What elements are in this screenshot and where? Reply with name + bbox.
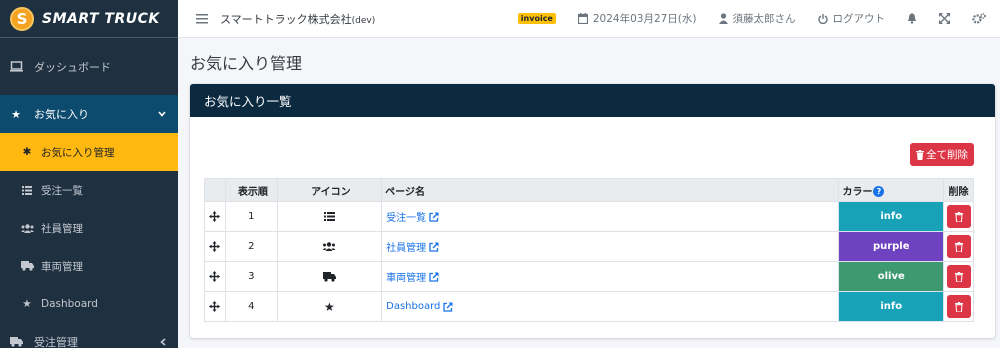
color-label: olive — [839, 262, 943, 291]
date-display: 2024年03月27日(水) — [577, 11, 697, 26]
bell-icon[interactable] — [907, 13, 917, 24]
row-order: 1 — [224, 201, 278, 232]
calendar-icon — [577, 13, 588, 24]
sidebar: S SMART TRUCK ダッシュボード ★ お気に入り ✱ お気に入り管理 … — [0, 0, 178, 348]
delete-row-button[interactable] — [946, 205, 971, 228]
company-suffix: (dev) — [351, 15, 376, 26]
trash-icon — [954, 301, 963, 312]
laptop-icon — [8, 61, 24, 72]
fullscreen-icon[interactable] — [939, 13, 950, 24]
truck-icon — [20, 261, 34, 271]
trash-icon — [954, 271, 963, 282]
delete-row-button[interactable] — [946, 235, 971, 258]
power-icon — [817, 13, 828, 24]
page-link[interactable]: 社員管理 — [386, 239, 439, 254]
header-page: ページ名 — [381, 178, 840, 202]
external-link-icon — [429, 272, 439, 282]
header-color: カラー? — [838, 178, 944, 202]
external-link-icon — [443, 302, 453, 312]
table-row: 1 受注一覧 info — [204, 201, 974, 232]
gear-icon: ✱ — [22, 146, 32, 158]
header-drag — [204, 178, 226, 202]
delete-row-button[interactable] — [946, 295, 971, 318]
sidebar-subitem-employees[interactable]: 社員管理 — [0, 209, 178, 247]
sidebar-item-label: 受注管理 — [34, 336, 78, 348]
trash-icon — [916, 149, 924, 160]
favorites-card: お気に入り一覧 全て削除 表示順 アイコン ページ名 カラー? 削除 1 受注一… — [190, 84, 995, 338]
page-link[interactable]: 受注一覧 — [386, 209, 439, 224]
table-row: 2 社員管理 purple — [204, 231, 974, 262]
settings-icon[interactable] — [972, 13, 986, 24]
trash-icon — [954, 241, 963, 252]
truck-icon — [8, 337, 24, 347]
sidebar-item-favorites[interactable]: ★ お気に入り — [0, 95, 178, 133]
card-title: お気に入り一覧 — [190, 84, 995, 117]
help-icon[interactable]: ? — [873, 186, 885, 197]
drag-handle-icon[interactable] — [204, 231, 226, 262]
header-delete: 削除 — [943, 178, 974, 202]
hamburger-icon[interactable] — [196, 13, 210, 24]
external-link-icon — [429, 212, 439, 222]
page-link[interactable]: 車両管理 — [386, 269, 439, 284]
drag-handle-icon[interactable] — [204, 201, 226, 232]
sidebar-item-orders[interactable]: 受注管理 — [0, 323, 178, 348]
header-icon: アイコン — [276, 178, 383, 202]
drag-handle-icon[interactable] — [204, 261, 226, 292]
delete-row-button[interactable] — [946, 265, 971, 288]
truck-icon — [276, 261, 383, 292]
users-icon — [20, 223, 34, 233]
sidebar-subitem-orders[interactable]: 受注一覧 — [0, 171, 178, 209]
sidebar-subitem-label: 受注一覧 — [41, 184, 83, 197]
sidebar-subitem-vehicles[interactable]: 車両管理 — [0, 247, 178, 285]
sidebar-subitem-dashboard[interactable]: ★ Dashboard — [0, 285, 178, 323]
sidebar-subitem-label: 社員管理 — [41, 222, 83, 235]
chevron-left-icon — [160, 338, 166, 346]
drag-handle-icon[interactable] — [204, 291, 226, 322]
color-label: info — [839, 292, 943, 321]
logout-link[interactable]: ログアウト — [817, 11, 885, 26]
row-order: 3 — [224, 261, 278, 292]
company-name: スマートトラック株式会社(dev) — [220, 12, 376, 26]
list-icon — [20, 185, 34, 195]
sidebar-item-label: お気に入り — [34, 108, 89, 121]
main-content: お気に入り管理 お気に入り一覧 全て削除 表示順 アイコン ページ名 カラー? … — [178, 38, 1000, 348]
external-link-icon — [429, 242, 439, 252]
user-menu[interactable]: 須藤太郎さん — [718, 11, 796, 26]
user-icon — [718, 13, 728, 24]
brand-logo: S — [10, 6, 34, 31]
trash-icon — [954, 211, 963, 222]
brand-name: SMART TRUCK — [42, 10, 160, 27]
sidebar-item-dashboard[interactable]: ダッシュボード — [0, 38, 178, 95]
page-title: お気に入り管理 — [190, 54, 303, 73]
delete-all-button[interactable]: 全て削除 — [910, 143, 974, 166]
table-header-row: 表示順 アイコン ページ名 カラー? 削除 — [204, 178, 974, 202]
header-order: 表示順 — [224, 178, 278, 202]
list-icon — [276, 201, 383, 232]
star-icon: ★ — [276, 291, 383, 322]
color-label: info — [839, 202, 943, 231]
sidebar-item-label: ダッシュボード — [34, 60, 111, 74]
top-navbar: スマートトラック株式会社(dev) invoice 2024年03月27日(水)… — [178, 0, 1000, 38]
sidebar-subitem-label: お気に入り管理 — [41, 146, 115, 159]
star-icon: ★ — [11, 107, 21, 121]
page-link[interactable]: Dashboard — [386, 301, 453, 312]
row-order: 2 — [224, 231, 278, 262]
chevron-down-icon — [158, 111, 166, 117]
favorites-table: 表示順 アイコン ページ名 カラー? 削除 1 受注一覧 info 2 社員管理… — [204, 178, 974, 322]
star-icon: ★ — [22, 298, 32, 310]
invoice-badge: invoice — [517, 13, 556, 24]
users-icon — [276, 231, 383, 262]
row-order: 4 — [224, 291, 278, 322]
sidebar-subitem-favorites-manage[interactable]: ✱ お気に入り管理 — [0, 133, 178, 171]
color-label: purple — [839, 232, 943, 261]
table-row: 4 ★ Dashboard info — [204, 291, 974, 322]
brand[interactable]: S SMART TRUCK — [0, 0, 178, 38]
table-row: 3 車両管理 olive — [204, 261, 974, 292]
sidebar-subitem-label: Dashboard — [41, 298, 98, 310]
sidebar-subitem-label: 車両管理 — [41, 260, 83, 273]
